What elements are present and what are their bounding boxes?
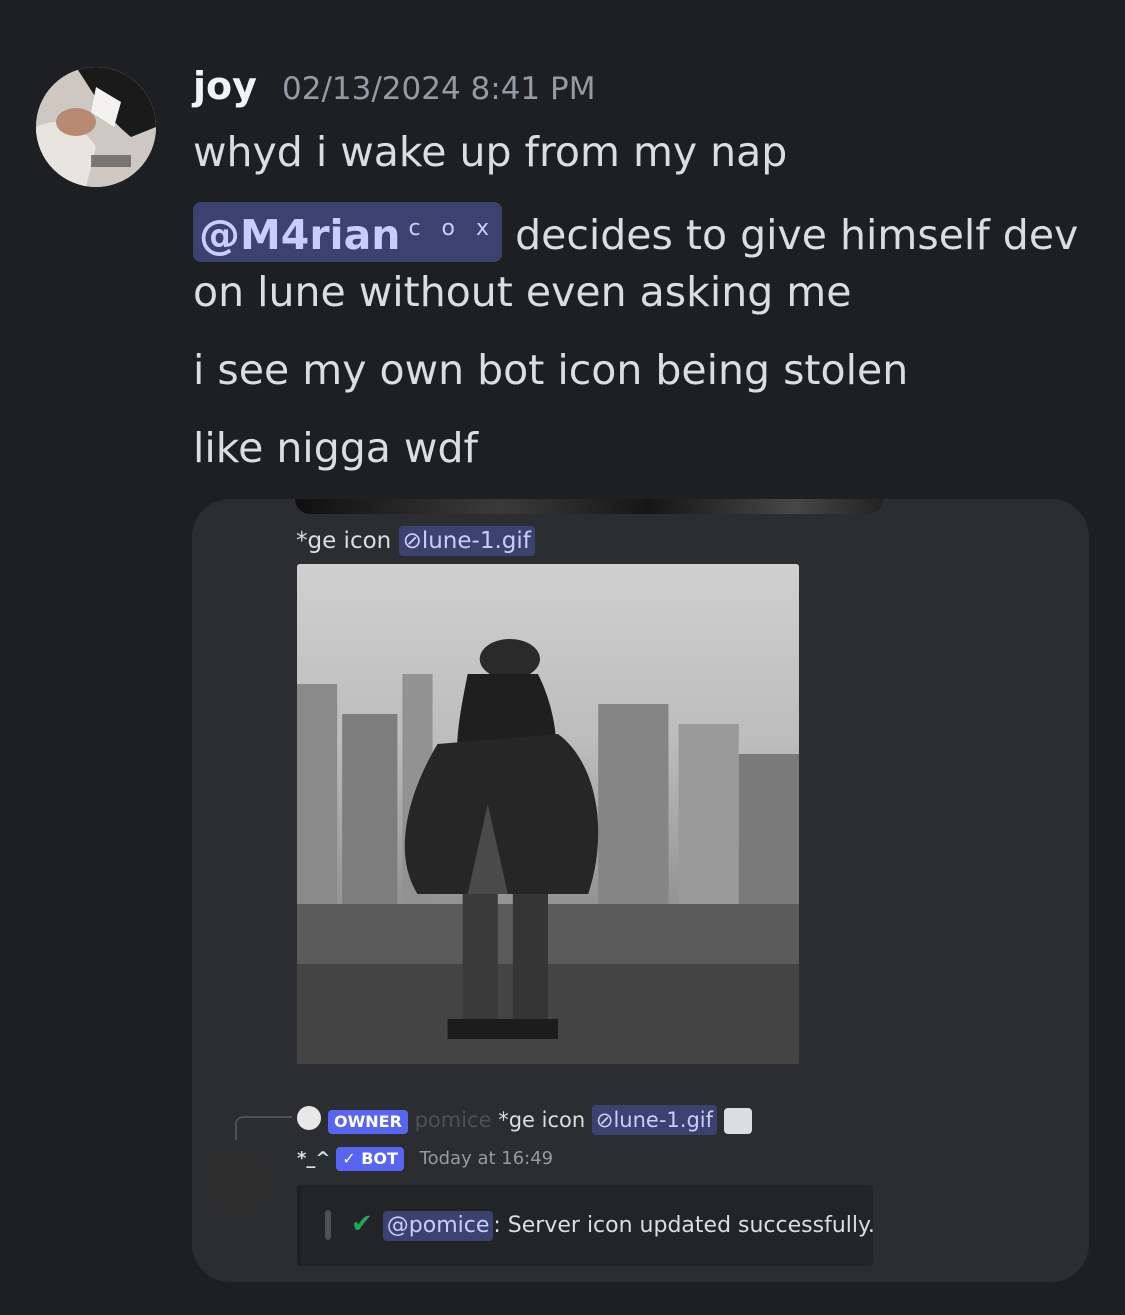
check-icon: ✓ (342, 1149, 356, 1168)
bot-header: *_^ ✓ BOT Today at 16:49 (297, 1147, 553, 1171)
mention-name: @M4rian (199, 211, 401, 259)
top-caption: *ge icon (296, 528, 392, 554)
message-line-1: whyd i wake up from my nap (193, 128, 788, 176)
paperclip-icon: ⊘ (595, 1108, 614, 1132)
owner-badge: OWNER (328, 1110, 408, 1134)
bot-badge-label: BOT (361, 1149, 398, 1168)
gif-image[interactable] (297, 564, 799, 1064)
user-mention[interactable]: @M4rian c o x (193, 202, 503, 262)
reply-avatar[interactable] (297, 1106, 321, 1130)
message-line-5: like nigga wdf (193, 424, 478, 472)
reply-text: *ge icon (498, 1108, 586, 1132)
cropped-image-edge (295, 499, 883, 514)
embed-accent-bar (325, 1210, 331, 1240)
reply-row[interactable]: OWNER pomice *ge icon ⊘lune-1.gif (328, 1105, 752, 1135)
avatar-image (36, 67, 156, 187)
message-line-3: on lune without even asking me (193, 268, 852, 316)
bot-badge: ✓ BOT (336, 1147, 404, 1171)
message-line-4: i see my own bot icon being stolen (193, 346, 909, 394)
message-line-2-text: decides to give himself dev (515, 211, 1079, 259)
paperclip-icon: ⊘ (402, 528, 422, 554)
embed-content: ✔ @pomice: Server icon updated successful… (351, 1209, 875, 1241)
bot-embed: ✔ @pomice: Server icon updated successful… (297, 1185, 875, 1266)
bot-name[interactable]: *_^ (297, 1148, 331, 1169)
bot-avatar[interactable] (205, 1148, 271, 1214)
attachment-name: lune-1.gif (421, 528, 531, 554)
attachment-link[interactable]: ⊘lune-1.gif (398, 526, 535, 556)
reply-attachment-name: lune-1.gif (613, 1108, 714, 1132)
reply-connector (235, 1116, 292, 1140)
embed-mention[interactable]: @pomice (382, 1211, 494, 1241)
message-timestamp: 02/13/2024 8:41 PM (282, 71, 596, 107)
message-header: joy 02/13/2024 8:41 PM (193, 64, 595, 108)
chat-message: joy 02/13/2024 8:41 PM whyd i wake up fr… (0, 0, 1125, 1315)
embed-text: : Server icon updated successfully. (493, 1213, 875, 1238)
username[interactable]: joy (193, 64, 257, 108)
check-icon: ✔ (351, 1209, 373, 1239)
reply-attachment-link[interactable]: ⊘lune-1.gif (591, 1105, 718, 1135)
reply-username: pomice (414, 1108, 492, 1132)
attached-screenshot[interactable]: *ge icon ⊘lune-1.gif OWNER pomice *ge ic… (192, 499, 1089, 1282)
message-line-2: @M4rian c o x decides to give himself dev (193, 202, 1078, 262)
bot-timestamp: Today at 16:49 (419, 1148, 554, 1169)
gif-photo (297, 564, 799, 1064)
image-icon (723, 1108, 752, 1134)
top-caption-row: *ge icon ⊘lune-1.gif (296, 526, 535, 556)
user-avatar[interactable] (36, 67, 156, 187)
mention-suffix: c o x (408, 216, 497, 241)
